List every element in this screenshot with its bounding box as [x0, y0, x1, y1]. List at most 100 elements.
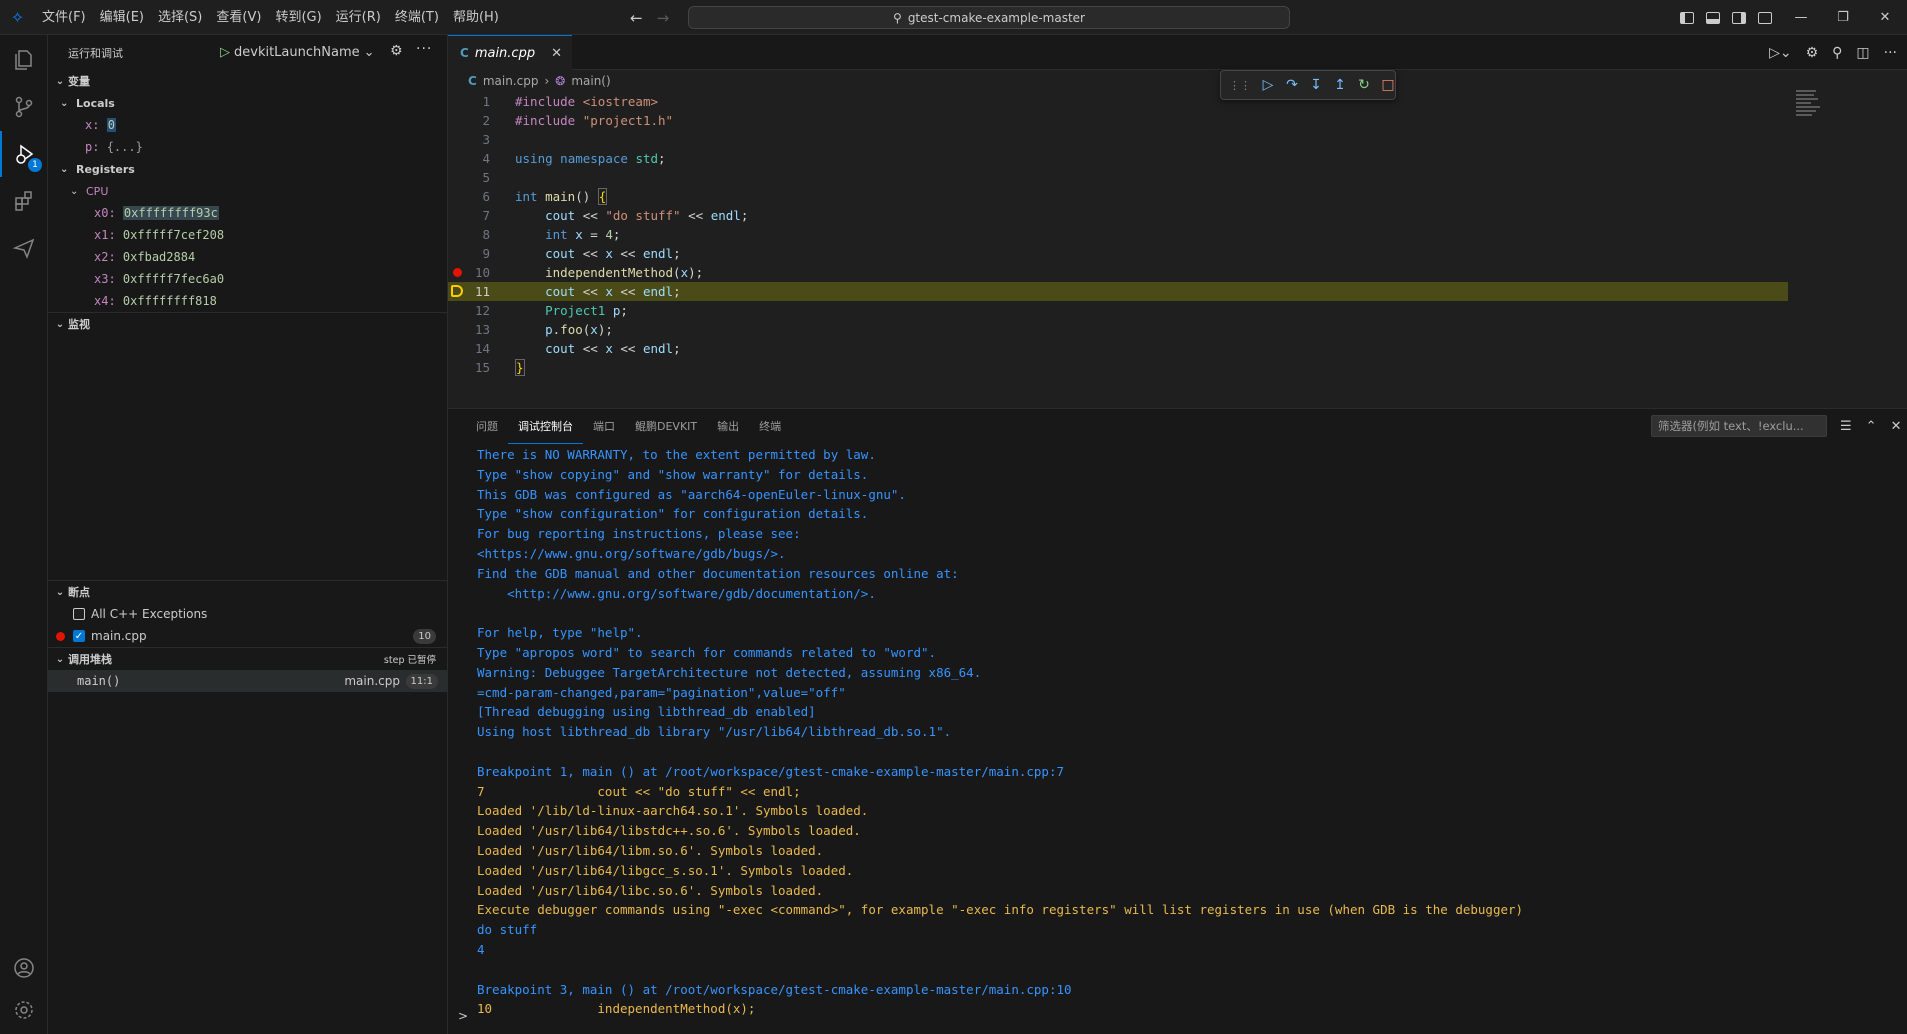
menu-file[interactable]: 文件(F)	[35, 0, 93, 35]
breakpoint-checkbox[interactable]	[73, 608, 85, 620]
menu-help[interactable]: 帮助(H)	[446, 0, 506, 35]
watch-section-header[interactable]: ⌄ 监视	[48, 313, 448, 335]
register-value: 0xffffffff93c	[122, 206, 219, 220]
debug-console-output[interactable]: There is NO WARRANTY, to the extent perm…	[477, 445, 1897, 1019]
callstack-title: 调用堆栈	[68, 653, 112, 666]
run-and-debug-icon[interactable]: 1	[0, 131, 48, 177]
line-number: 8	[482, 227, 490, 242]
tab-problems[interactable]: 问题	[466, 409, 508, 444]
line-number: 9	[482, 246, 490, 261]
registers-scope[interactable]: ⌄ Registers	[60, 158, 135, 180]
register-value: 0xfbad2884	[122, 250, 196, 264]
command-center[interactable]: ⚲ gtest-cmake-example-master	[688, 6, 1290, 29]
register-row[interactable]: x2: 0xfbad2884	[94, 246, 195, 268]
menu-terminal[interactable]: 终端(T)	[388, 0, 446, 35]
restore-icon[interactable]: ❐	[1822, 10, 1864, 25]
variable-row[interactable]: x: 0	[85, 114, 116, 136]
code-line: 10 independentMethod(x);	[448, 263, 1788, 282]
register-value: 0xfffff7cef208	[122, 228, 225, 242]
breakpoint-dot-icon	[56, 631, 65, 641]
register-row[interactable]: x0: 0xffffffff93c	[94, 202, 219, 224]
breakpoint-row[interactable]: All C++ Exceptions	[73, 603, 448, 625]
tab-ports[interactable]: 端口	[583, 409, 625, 444]
stop-icon[interactable]: □	[1381, 77, 1395, 93]
explorer-icon[interactable]	[0, 37, 48, 83]
chevron-down-icon: ⌄	[70, 185, 79, 197]
toggle-secondary-sidebar-icon[interactable]	[1732, 11, 1746, 24]
gear-icon[interactable]: ⚙	[1806, 45, 1819, 61]
console-line: do stuff	[477, 922, 538, 938]
menu-selection[interactable]: 选择(S)	[151, 0, 209, 35]
continue-icon[interactable]: ▷	[1261, 77, 1275, 93]
menu-edit[interactable]: 编辑(E)	[93, 0, 151, 35]
console-line: Loaded '/usr/lib64/libgcc_s.so.1'. Symbo…	[477, 862, 854, 878]
step-into-icon[interactable]: ↧	[1309, 77, 1323, 93]
menu-view[interactable]: 查看(V)	[209, 0, 268, 35]
tab-terminal[interactable]: 终端	[749, 409, 791, 444]
step-out-icon[interactable]: ↥	[1333, 77, 1347, 93]
menu-go[interactable]: 转到(G)	[268, 0, 328, 35]
settings-gear-icon[interactable]	[0, 987, 48, 1033]
close-window-icon[interactable]: ✕	[1864, 10, 1906, 25]
tab-debug-console[interactable]: 调试控制台	[508, 409, 583, 444]
toggle-panel-icon[interactable]	[1706, 11, 1720, 24]
register-row[interactable]: x1: 0xfffff7cef208	[94, 224, 224, 246]
open-launch-json-gear-icon[interactable]: ⚙	[390, 43, 403, 59]
split-editor-icon[interactable]: ◫	[1856, 45, 1869, 61]
maximize-panel-icon[interactable]: ⌃	[1866, 419, 1877, 434]
code-line: 13 p.foo(x);	[448, 320, 1788, 339]
breakpoint-checkbox[interactable]: ✓	[73, 630, 85, 642]
console-line: Breakpoint 3, main () at /root/workspace…	[477, 981, 1072, 997]
callstack-frame[interactable]: main() main.cpp 11:1	[48, 670, 448, 692]
restart-icon[interactable]: ↻	[1357, 77, 1371, 93]
register-row[interactable]: x4: 0xffffffff818	[94, 290, 217, 312]
tab-label: main.cpp	[474, 45, 536, 61]
callstack-section-header[interactable]: ⌄ 调用堆栈 step 已暂停	[48, 648, 448, 670]
console-input-prompt[interactable]: >	[458, 1009, 468, 1023]
register-value: 0xfffff7fec6a0	[122, 272, 225, 286]
register-row[interactable]: x3: 0xfffff7fec6a0	[94, 268, 224, 290]
extensions-icon[interactable]	[0, 178, 48, 224]
start-debugging-icon[interactable]: ▷	[220, 45, 230, 60]
step-over-icon[interactable]: ↷	[1285, 77, 1299, 93]
tab-output[interactable]: 输出	[707, 409, 749, 444]
minimap[interactable]	[1796, 90, 1826, 130]
register-name: x2:	[94, 250, 116, 264]
toggle-sidebar-icon[interactable]	[1680, 11, 1694, 24]
back-arrow-icon[interactable]: ←	[630, 9, 643, 27]
console-filter-input[interactable]: 筛选器(例如 text、!exclu...	[1651, 415, 1827, 437]
tab-kunpeng-devkit[interactable]: 鲲鹏DEVKIT	[625, 409, 707, 444]
close-panel-icon[interactable]: ✕	[1891, 419, 1902, 434]
chevron-down-icon: ⌄	[60, 97, 69, 109]
breakpoint-row[interactable]: ✓ main.cpp 10	[48, 625, 448, 647]
account-icon[interactable]	[0, 945, 48, 991]
run-debug-dropdown-icon[interactable]: ▷⌄	[1769, 45, 1792, 61]
source-control-icon[interactable]	[0, 84, 48, 130]
watch-title: 监视	[68, 318, 90, 331]
send-icon[interactable]	[0, 225, 48, 271]
variable-row[interactable]: p: {...}	[85, 136, 143, 158]
forward-arrow-icon[interactable]: →	[657, 9, 670, 27]
console-line: Type "show copying" and "show warranty" …	[477, 466, 869, 482]
search-icon[interactable]: ⚲	[1832, 45, 1842, 61]
console-line: Execute debugger commands using "-exec <…	[477, 902, 1524, 918]
more-actions-icon[interactable]: ···	[416, 41, 432, 57]
register-name: x1:	[94, 228, 116, 242]
drag-handle-icon[interactable]: ⋮⋮	[1229, 79, 1251, 92]
breadcrumb-symbol[interactable]: main()	[571, 74, 610, 88]
sidebar-title: 运行和调试	[68, 46, 123, 60]
clear-console-icon[interactable]: ☰	[1840, 419, 1852, 434]
launch-config-dropdown[interactable]: ▷ devkitLaunchName ⌄	[220, 41, 375, 63]
breadcrumb-file[interactable]: main.cpp	[483, 74, 539, 88]
variables-section-header[interactable]: ⌄ 变量	[48, 70, 448, 92]
breakpoints-section-header[interactable]: ⌄ 断点	[48, 581, 448, 603]
cpu-group[interactable]: ⌄ CPU	[70, 180, 108, 202]
close-tab-icon[interactable]: ✕	[551, 46, 562, 61]
tab-main-cpp[interactable]: C main.cpp ✕	[448, 35, 572, 70]
function-symbol-icon: ❂	[555, 74, 566, 88]
locals-scope[interactable]: ⌄ Locals	[60, 92, 115, 114]
more-actions-icon[interactable]: ···	[1884, 45, 1897, 61]
customize-layout-icon[interactable]	[1758, 11, 1772, 24]
minimize-icon[interactable]: —	[1780, 10, 1822, 25]
menu-run[interactable]: 运行(R)	[329, 0, 388, 35]
